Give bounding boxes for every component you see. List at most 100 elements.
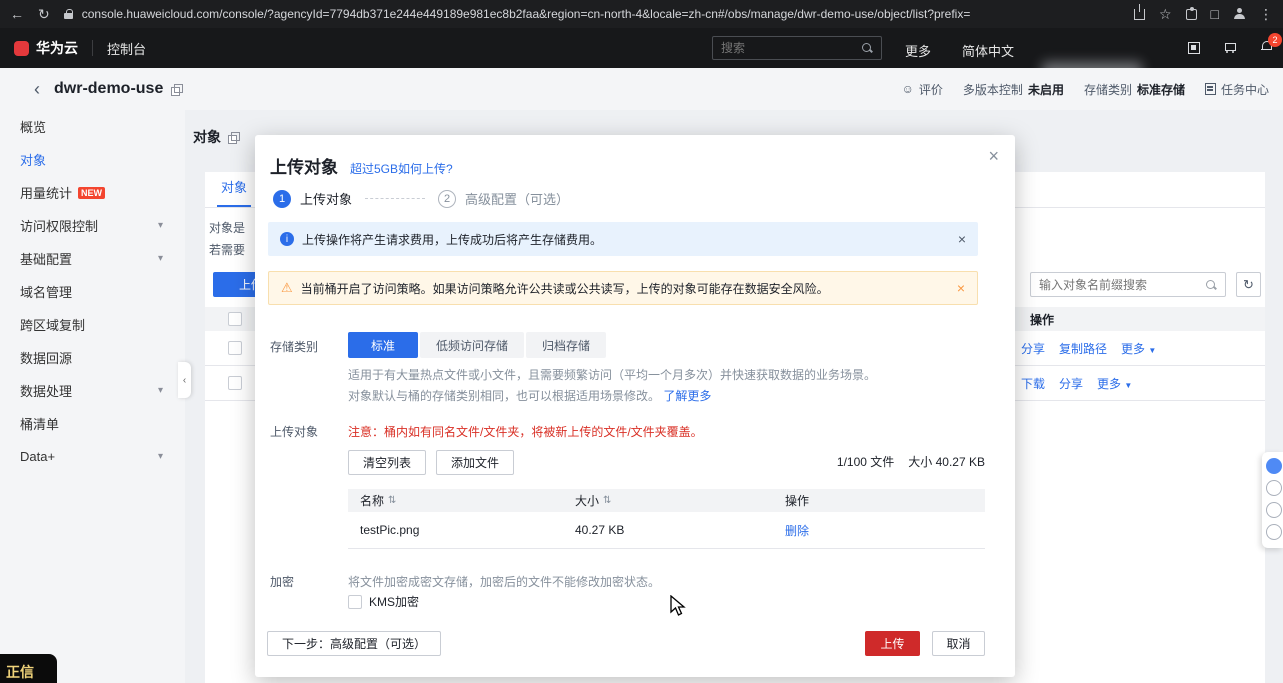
storage-class-desc-1: 适用于有大量热点文件或小文件，且需要频繁访问（平均一个月多次）并快速获取数据的业… — [348, 368, 877, 382]
info-banner: i 上传操作将产生请求费用，上传成功后将产生存储费用。 × — [268, 222, 978, 256]
upload-object-dialog: × 上传对象 超过5GB如何上传? 1 上传对象 2 高级配置（可选） i 上传… — [255, 135, 1015, 677]
extensions-icon[interactable] — [1185, 6, 1197, 20]
share-icon[interactable] — [1133, 3, 1145, 20]
logo-text: 华为云 — [36, 40, 78, 56]
object-desc-text-2: 若需要 — [209, 243, 246, 257]
sidebar-item-cross-region[interactable]: 跨区域复制 — [0, 308, 185, 341]
learn-more-link[interactable]: 了解更多 — [663, 389, 711, 403]
cancel-button[interactable]: 取消 — [932, 631, 985, 656]
nav-console-link[interactable]: 控制台 — [107, 39, 146, 58]
caret-down-icon: ▼ — [1148, 345, 1157, 355]
bucket-title: dwr-demo-use — [54, 80, 164, 97]
sidebar-item-domain-mgmt[interactable]: 域名管理 — [0, 275, 185, 308]
chevron-down-icon: ▾ — [157, 451, 163, 462]
sort-icon[interactable]: ⇅ — [603, 495, 611, 506]
browser-chrome: ← ↻ console.huaweicloud.com/console/?age… — [0, 0, 1283, 28]
sidebar-item-objects[interactable]: 对象 — [0, 143, 185, 176]
sidebar-item-data-processing[interactable]: 数据处理 ▾ — [0, 374, 185, 407]
info-icon: i — [280, 232, 294, 246]
sidebar-item-overview[interactable]: 概览 — [0, 110, 185, 143]
row-checkbox[interactable] — [228, 376, 242, 390]
corner-overlay-text: 正信 — [6, 664, 34, 680]
delete-file-link[interactable]: 删除 — [773, 522, 985, 539]
global-search-input[interactable] — [721, 41, 855, 55]
next-step-button[interactable]: 下一步：高级配置（可选） — [267, 631, 442, 656]
browser-back-icon[interactable]: ← — [10, 7, 24, 21]
panel-icon[interactable]: □ — [1211, 7, 1219, 21]
step-connector — [365, 198, 426, 199]
chevron-down-icon: ▾ — [157, 220, 163, 231]
page-title-icon[interactable] — [228, 131, 240, 144]
object-search-box[interactable] — [1030, 272, 1226, 297]
storage-option-infrequent[interactable]: 低频访问存储 — [420, 332, 525, 358]
sort-icon[interactable]: ⇅ — [388, 495, 396, 506]
feedback-button[interactable]: ☺ 评价 — [902, 81, 943, 98]
storage-option-archive[interactable]: 归档存储 — [526, 332, 607, 358]
clear-list-button[interactable]: 清空列表 — [348, 450, 427, 475]
download-link[interactable]: 下载 — [1021, 375, 1045, 392]
sidebar-item-inventory[interactable]: 桶清单 — [0, 407, 185, 440]
more-dropdown[interactable]: 更多 ▼ — [1097, 375, 1132, 392]
sidebar-collapse-handle[interactable]: ‹ — [178, 362, 191, 398]
search-icon[interactable] — [861, 42, 873, 54]
nav-more-link[interactable]: 更多 — [905, 41, 931, 60]
browser-menu-icon[interactable]: ⋮ — [1259, 7, 1273, 21]
browser-profile-icon[interactable] — [1233, 8, 1245, 20]
sidebar-item-data-plus[interactable]: Data+ ▾ — [0, 440, 185, 473]
contact-float-icon[interactable] — [1266, 524, 1282, 540]
cart-icon[interactable] — [1224, 42, 1237, 54]
warning-icon: ⚠ — [281, 280, 293, 295]
kms-checkbox[interactable] — [348, 594, 362, 609]
bookmark-star-icon[interactable]: ☆ — [1159, 7, 1172, 21]
back-chevron-icon[interactable]: ‹ — [34, 80, 40, 98]
warning-banner-close-icon[interactable]: × — [957, 280, 965, 296]
browser-reload-icon[interactable]: ↻ — [38, 7, 50, 21]
sidebar-item-usage-stats[interactable]: 用量统计 NEW — [0, 176, 185, 209]
global-search[interactable] — [712, 36, 882, 60]
nav-divider — [92, 40, 93, 56]
storage-class-desc-2: 对象默认与桶的存储类别相同，也可以根据适用场景修改。 — [348, 389, 661, 403]
search-icon[interactable] — [1205, 279, 1217, 291]
chevron-down-icon: ▾ — [157, 253, 163, 264]
share-link[interactable]: 分享 — [1021, 340, 1045, 357]
file-size: 40.27 KB — [575, 523, 625, 537]
over-5gb-help-link[interactable]: 超过5GB如何上传? — [350, 160, 453, 177]
tab-objects[interactable]: 对象 — [217, 177, 252, 207]
share-link[interactable]: 分享 — [1059, 375, 1083, 392]
address-bar[interactable]: console.huaweicloud.com/console/?agencyI… — [63, 7, 1120, 21]
console-grid-icon[interactable] — [1188, 42, 1200, 54]
storage-option-standard[interactable]: 标准 — [348, 332, 418, 358]
select-all-checkbox[interactable] — [228, 312, 242, 326]
sidebar-item-basic-config[interactable]: 基础配置 ▾ — [0, 242, 185, 275]
versioning-status[interactable]: 多版本控制 未启用 — [963, 81, 1064, 98]
dialog-title: 上传对象 — [270, 158, 338, 177]
more-dropdown[interactable]: 更多 ▼ — [1121, 340, 1156, 357]
feedback-float-icon[interactable] — [1266, 480, 1282, 496]
nav-language-link[interactable]: 简体中文 — [962, 41, 1014, 60]
add-file-button[interactable]: 添加文件 — [436, 450, 515, 475]
info-banner-close-icon[interactable]: × — [958, 231, 966, 247]
object-search-input[interactable] — [1039, 277, 1199, 292]
notifications-bell[interactable]: 2 — [1261, 32, 1282, 56]
col-ops-header: 操作 — [785, 494, 810, 508]
upload-file-table: 名称 ⇅ 大小 ⇅ 操作 testPic.png 40.27 KB 删除 — [348, 489, 985, 549]
info-banner-text: 上传操作将产生请求费用，上传成功后将产生存储费用。 — [302, 232, 603, 247]
upload-confirm-button[interactable]: 上传 — [865, 631, 920, 656]
task-center-button[interactable]: 任务中心 — [1204, 81, 1269, 98]
total-size: 大小 40.27 KB — [908, 455, 985, 469]
dialog-close-icon[interactable]: × — [988, 147, 999, 165]
refresh-list-button[interactable]: ↻ — [1236, 272, 1261, 297]
survey-float-icon[interactable] — [1266, 502, 1282, 518]
copy-bucket-name-icon[interactable] — [171, 83, 184, 96]
chevron-down-icon: ▾ — [157, 385, 163, 396]
copy-path-link[interactable]: 复制路径 — [1059, 340, 1107, 357]
file-row: testPic.png 40.27 KB 删除 — [348, 512, 985, 549]
sidebar-item-data-back[interactable]: 数据回源 — [0, 341, 185, 374]
storage-class-label: 存储类别 — [270, 340, 319, 354]
sidebar-item-access-control[interactable]: 访问权限控制 ▾ — [0, 209, 185, 242]
support-icon[interactable] — [1266, 458, 1282, 474]
huawei-cloud-logo[interactable]: 华为云 — [14, 38, 78, 58]
row-checkbox[interactable] — [228, 341, 242, 355]
page-title: 对象 — [193, 129, 221, 145]
url-text[interactable]: console.huaweicloud.com/console/?agencyI… — [82, 7, 971, 21]
